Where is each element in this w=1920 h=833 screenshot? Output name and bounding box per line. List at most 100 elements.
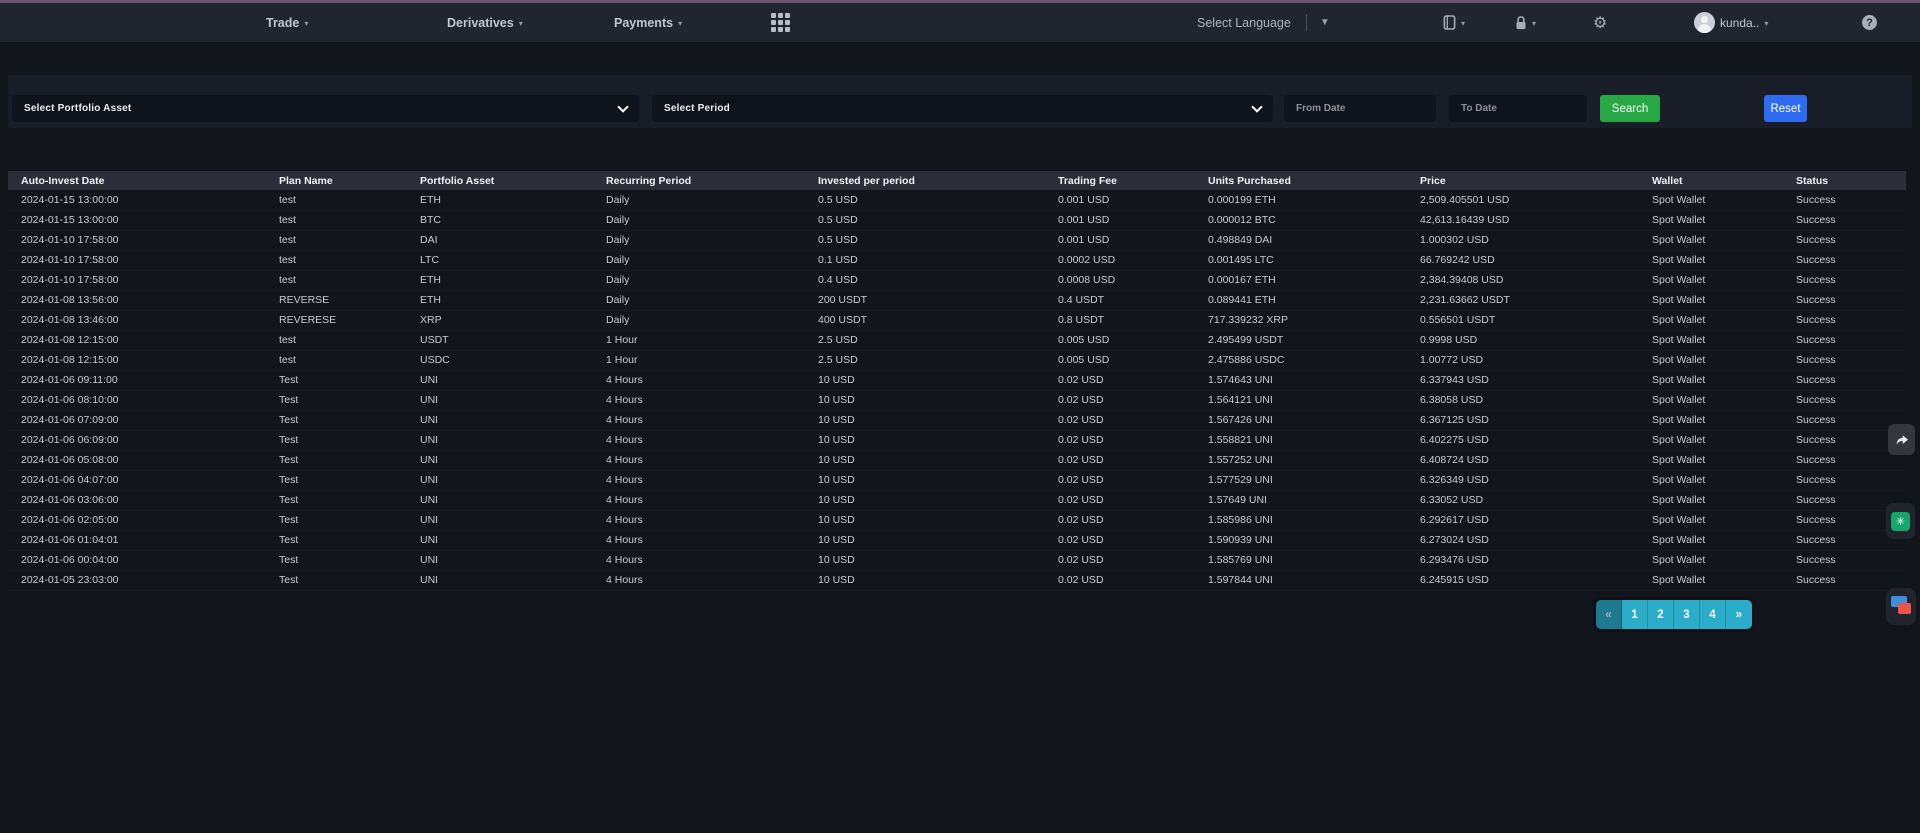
pagination: « 1 2 3 4 » bbox=[1596, 600, 1752, 629]
table-cell: 0.005 USD bbox=[1045, 330, 1195, 350]
period-select[interactable]: Select Period bbox=[652, 95, 1273, 122]
table-cell: 0.5 USD bbox=[805, 190, 1045, 210]
table-cell: 4 Hours bbox=[593, 410, 805, 430]
table-cell: 2024-01-08 12:15:00 bbox=[8, 350, 266, 370]
table-row: 2024-01-08 12:15:00testUSDT1 Hour2.5 USD… bbox=[8, 330, 1906, 350]
table-row: 2024-01-05 23:03:00TestUNI4 Hours10 USD0… bbox=[8, 570, 1906, 590]
reset-button[interactable]: Reset bbox=[1764, 95, 1807, 122]
portfolio-asset-select[interactable]: Select Portfolio Asset bbox=[12, 95, 639, 122]
table-cell: 2,509.405501 USD bbox=[1407, 190, 1639, 210]
nav-trade[interactable]: Trade ▾ bbox=[266, 3, 308, 42]
table-cell: 0.5 USD bbox=[805, 230, 1045, 250]
language-label: Select Language bbox=[1197, 16, 1291, 30]
table-cell: UNI bbox=[407, 570, 593, 590]
table-cell: Daily bbox=[593, 290, 805, 310]
ledger-menu[interactable]: ▾ bbox=[1443, 3, 1465, 42]
table-cell: 2024-01-06 03:06:00 bbox=[8, 490, 266, 510]
table-cell: 0.001 USD bbox=[1045, 210, 1195, 230]
nav-derivatives[interactable]: Derivatives ▾ bbox=[447, 3, 523, 42]
table-cell: 4 Hours bbox=[593, 370, 805, 390]
table-cell: 2.5 USD bbox=[805, 330, 1045, 350]
chevron-down-icon: ▾ bbox=[519, 17, 523, 28]
table-cell: 2024-01-15 13:00:00 bbox=[8, 190, 266, 210]
table-cell: 0.1 USD bbox=[805, 250, 1045, 270]
table-cell: 0.001495 LTC bbox=[1195, 250, 1407, 270]
security-menu[interactable]: ▾ bbox=[1515, 3, 1536, 42]
nav-payments[interactable]: Payments ▾ bbox=[614, 3, 682, 42]
table-row: 2024-01-06 01:04:01TestUNI4 Hours10 USD0… bbox=[8, 530, 1906, 550]
table-cell: 1.00772 USD bbox=[1407, 350, 1639, 370]
table-cell: 2.5 USD bbox=[805, 350, 1045, 370]
from-date-input[interactable]: From Date bbox=[1284, 95, 1436, 122]
table-cell: test bbox=[266, 330, 407, 350]
table-cell: 1.590939 UNI bbox=[1195, 530, 1407, 550]
table-header-row: Auto-Invest DatePlan NamePortfolio Asset… bbox=[8, 171, 1906, 190]
table-cell: 4 Hours bbox=[593, 490, 805, 510]
table-row: 2024-01-06 03:06:00TestUNI4 Hours10 USD0… bbox=[8, 490, 1906, 510]
table-cell: Test bbox=[266, 430, 407, 450]
search-button[interactable]: Search bbox=[1600, 95, 1660, 122]
share-arrow-icon[interactable] bbox=[1888, 424, 1915, 455]
table-cell: Test bbox=[266, 550, 407, 570]
nav-derivatives-label: Derivatives bbox=[447, 16, 514, 30]
table-cell: Spot Wallet bbox=[1639, 490, 1783, 510]
lock-icon bbox=[1515, 15, 1527, 30]
user-menu[interactable]: kunda.. ▾ bbox=[1694, 3, 1768, 42]
table-cell: 0.02 USD bbox=[1045, 410, 1195, 430]
table-cell: 2024-01-10 17:58:00 bbox=[8, 230, 266, 250]
table-cell: USDT bbox=[407, 330, 593, 350]
table-cell: ETH bbox=[407, 190, 593, 210]
chat-widget-icon[interactable] bbox=[1886, 588, 1916, 625]
table-cell: 1.000302 USD bbox=[1407, 230, 1639, 250]
table-body: 2024-01-15 13:00:00testETHDaily0.5 USD0.… bbox=[8, 190, 1906, 590]
chatgpt-extension-icon[interactable]: ✳ bbox=[1886, 503, 1915, 539]
pagination-prev-button[interactable]: « bbox=[1596, 600, 1622, 629]
table-cell: Success bbox=[1783, 470, 1906, 490]
table-cell: 1 Hour bbox=[593, 330, 805, 350]
table-cell: Daily bbox=[593, 270, 805, 290]
table-cell: Spot Wallet bbox=[1639, 550, 1783, 570]
table-row: 2024-01-15 13:00:00testETHDaily0.5 USD0.… bbox=[8, 190, 1906, 210]
language-dropdown-icon: ▼ bbox=[1320, 17, 1330, 28]
table-cell: Success bbox=[1783, 270, 1906, 290]
table-cell: 2,384.39408 USD bbox=[1407, 270, 1639, 290]
table-cell: 1.57649 UNI bbox=[1195, 490, 1407, 510]
chevron-down-icon: ▾ bbox=[1764, 17, 1768, 28]
pagination-next-button[interactable]: » bbox=[1726, 600, 1752, 629]
table-cell: 4 Hours bbox=[593, 470, 805, 490]
table-cell: Spot Wallet bbox=[1639, 430, 1783, 450]
table-cell: Test bbox=[266, 510, 407, 530]
table-cell: BTC bbox=[407, 210, 593, 230]
table-cell: Success bbox=[1783, 390, 1906, 410]
pagination-page-2[interactable]: 2 bbox=[1648, 600, 1674, 629]
column-header: Units Purchased bbox=[1195, 171, 1407, 190]
table-cell: 2024-01-10 17:58:00 bbox=[8, 250, 266, 270]
table-cell: Success bbox=[1783, 570, 1906, 590]
table-cell: 6.326349 USD bbox=[1407, 470, 1639, 490]
table-cell: Test bbox=[266, 370, 407, 390]
table-cell: 2024-01-06 04:07:00 bbox=[8, 470, 266, 490]
chat-bubble-red-icon bbox=[1898, 603, 1911, 614]
table-cell: 0.02 USD bbox=[1045, 530, 1195, 550]
column-header: Auto-Invest Date bbox=[8, 171, 266, 190]
table-cell: ETH bbox=[407, 290, 593, 310]
pagination-page-3[interactable]: 3 bbox=[1674, 600, 1700, 629]
table-cell: 2024-01-06 08:10:00 bbox=[8, 390, 266, 410]
settings-button[interactable]: ⚙ bbox=[1593, 3, 1607, 42]
table-cell: ETH bbox=[407, 270, 593, 290]
table-cell: Success bbox=[1783, 190, 1906, 210]
table-cell: Spot Wallet bbox=[1639, 350, 1783, 370]
table-cell: 42,613.16439 USD bbox=[1407, 210, 1639, 230]
to-date-input[interactable]: To Date bbox=[1449, 95, 1587, 122]
to-date-placeholder: To Date bbox=[1461, 103, 1497, 114]
help-button[interactable]: ? bbox=[1862, 3, 1877, 42]
table-cell: Spot Wallet bbox=[1639, 530, 1783, 550]
pagination-page-1[interactable]: 1 bbox=[1622, 600, 1648, 629]
apps-grid-icon[interactable] bbox=[771, 3, 790, 42]
table-row: 2024-01-06 00:04:00TestUNI4 Hours10 USD0… bbox=[8, 550, 1906, 570]
column-header: Trading Fee bbox=[1045, 171, 1195, 190]
table-cell: UNI bbox=[407, 550, 593, 570]
language-selector[interactable]: Select Language ▼ bbox=[1197, 3, 1330, 42]
table-cell: 0.001 USD bbox=[1045, 190, 1195, 210]
pagination-page-4[interactable]: 4 bbox=[1700, 600, 1726, 629]
